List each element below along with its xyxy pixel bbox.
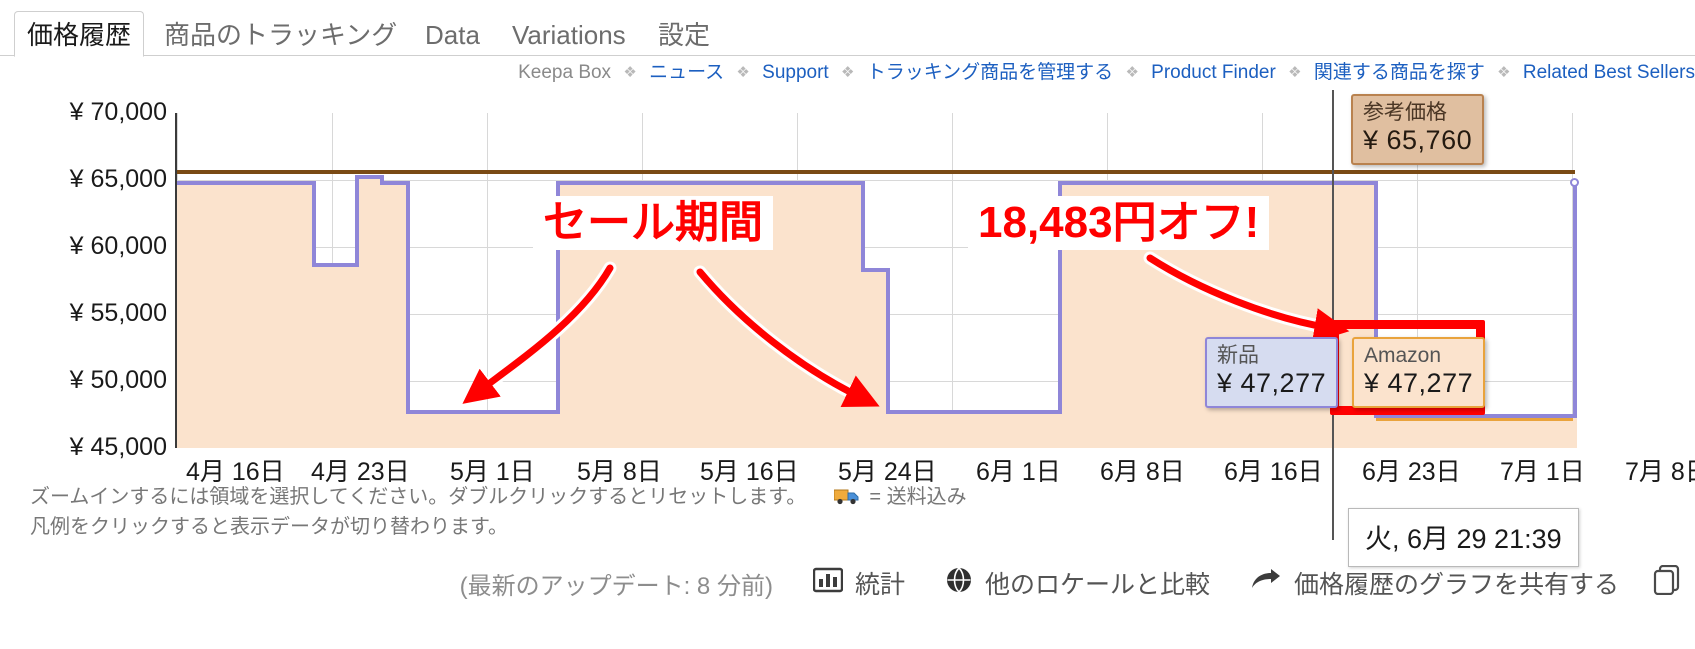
tooltip-new-price: 新品 ¥ 47,277	[1205, 337, 1339, 408]
tooltip-new-value: ¥ 47,277	[1217, 368, 1327, 398]
tooltip-amazon-title: Amazon	[1364, 344, 1442, 367]
tooltip-amazon-price: Amazon ¥ 47,277	[1352, 337, 1486, 408]
tooltip-reference-title: 参考価格	[1363, 101, 1447, 124]
annotation-discount: 18,483円オフ!	[968, 196, 1270, 251]
tooltip-reference-price: 参考価格 ¥ 65,760	[1351, 94, 1485, 165]
tooltip-new-title: 新品	[1217, 344, 1259, 367]
tooltip-reference-value: ¥ 65,760	[1363, 125, 1473, 155]
cursor-date-tooltip: 火, 6月 29 21:39	[1348, 508, 1579, 567]
annotation-sale-period: セール期間	[533, 196, 773, 251]
tooltip-amazon-value: ¥ 47,277	[1364, 368, 1474, 398]
keepa-price-history-panel: 価格履歴 商品のトラッキング Data Variations 設定 Keepa …	[0, 0, 1695, 649]
